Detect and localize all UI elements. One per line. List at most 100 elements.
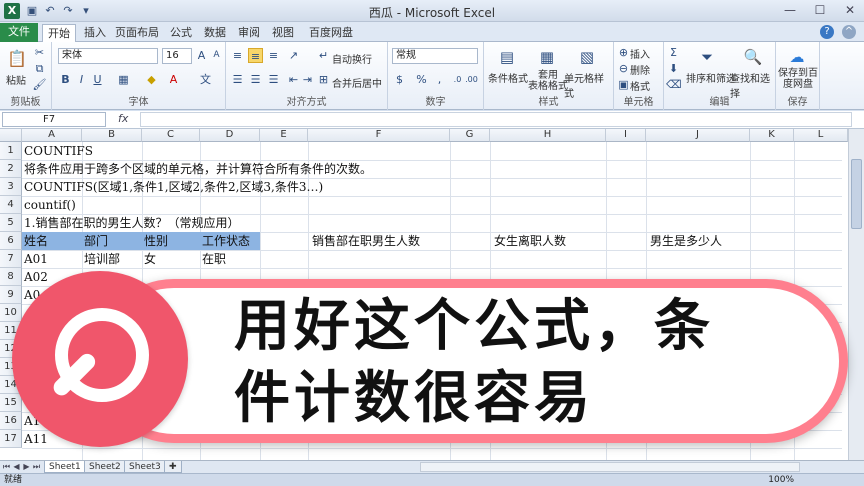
- format-as-table-icon[interactable]: ▦: [536, 46, 558, 68]
- row-header-1[interactable]: 1: [0, 142, 22, 160]
- percent-icon[interactable]: %: [414, 72, 429, 87]
- format-cells-icon[interactable]: ▣: [616, 77, 631, 92]
- tab-file[interactable]: 文件: [0, 23, 38, 42]
- fx-icon[interactable]: fx: [118, 112, 128, 125]
- cell-a4[interactable]: countif(): [22, 196, 76, 214]
- col-header-b[interactable]: B: [82, 129, 142, 142]
- align-middle-icon[interactable]: ≡: [248, 48, 263, 63]
- col-header-j[interactable]: J: [646, 129, 750, 142]
- bold-button[interactable]: B: [58, 72, 73, 87]
- col-header-d[interactable]: D: [200, 129, 260, 142]
- save-to-baidu-button[interactable]: 保存到百 度网盘: [778, 68, 818, 90]
- align-left-icon[interactable]: ☰: [230, 72, 245, 87]
- col-header-l[interactable]: L: [794, 129, 848, 142]
- tab-insert[interactable]: 插入: [80, 24, 110, 42]
- underline-button[interactable]: U: [90, 72, 105, 87]
- font-color-icon[interactable]: A: [166, 72, 181, 87]
- cell-b7[interactable]: 培训部: [82, 250, 120, 268]
- baidu-cloud-icon[interactable]: ☁: [786, 46, 808, 68]
- merge-center-icon[interactable]: ⊞: [316, 72, 331, 87]
- cut-icon[interactable]: ✂: [32, 45, 47, 60]
- conditional-format-button[interactable]: 条件格式: [488, 70, 528, 85]
- last-sheet-icon[interactable]: ⏭: [32, 462, 41, 472]
- next-sheet-icon[interactable]: ▶: [22, 462, 31, 472]
- vertical-scroll-thumb[interactable]: [851, 159, 862, 229]
- zoom-level[interactable]: 100%: [768, 474, 794, 486]
- row-header-5[interactable]: 5: [0, 214, 22, 232]
- col-header-h[interactable]: H: [490, 129, 606, 142]
- conditional-format-icon[interactable]: ▤: [496, 46, 518, 68]
- italic-button[interactable]: I: [74, 72, 89, 87]
- merge-center-button[interactable]: 合并后居中: [332, 75, 382, 90]
- tab-home[interactable]: 开始: [42, 24, 76, 42]
- insert-cells-button[interactable]: 插入: [630, 46, 650, 61]
- maximize-icon[interactable]: ☐: [812, 1, 828, 19]
- cell-c6[interactable]: 性别: [142, 232, 200, 250]
- grow-font-icon[interactable]: A: [194, 48, 209, 63]
- sheet-tab-2[interactable]: Sheet2: [84, 461, 126, 473]
- cell-a7[interactable]: A01: [22, 250, 48, 268]
- sheet-tab-1[interactable]: Sheet1: [44, 461, 86, 473]
- help-icon[interactable]: ?: [820, 25, 834, 39]
- cell-a3[interactable]: COUNTIFS(区域1,条件1,区域2,条件2,区域3,条件3…): [22, 178, 323, 196]
- tab-formulas[interactable]: 公式: [166, 24, 196, 42]
- comma-style-icon[interactable]: ,: [432, 72, 447, 87]
- number-format-select[interactable]: 常规: [392, 48, 478, 64]
- col-header-e[interactable]: E: [260, 129, 308, 142]
- insert-cells-icon[interactable]: ⊕: [616, 45, 631, 60]
- paste-icon[interactable]: 📋: [6, 48, 28, 70]
- row-header-7[interactable]: 7: [0, 250, 22, 268]
- row-header-2[interactable]: 2: [0, 160, 22, 178]
- col-header-a[interactable]: A: [22, 129, 82, 142]
- minimize-icon[interactable]: —: [782, 1, 798, 19]
- cell-a5[interactable]: 1.销售部在职的男生人数？（常规应用）: [22, 214, 239, 232]
- name-box[interactable]: F7: [2, 112, 106, 127]
- horizontal-scrollbar[interactable]: [420, 462, 800, 472]
- currency-icon[interactable]: $: [392, 72, 407, 87]
- borders-icon[interactable]: ▦: [116, 72, 131, 87]
- cell-a2[interactable]: 将条件应用于跨多个区域的单元格，并计算符合所有条件的次数。: [22, 160, 372, 178]
- cell-styles-icon[interactable]: ▧: [576, 46, 598, 68]
- prev-sheet-icon[interactable]: ◀: [12, 462, 21, 472]
- row-header-3[interactable]: 3: [0, 178, 22, 196]
- ribbon-minimize-icon[interactable]: ^: [842, 25, 856, 39]
- align-right-icon[interactable]: ☰: [266, 72, 281, 87]
- wrap-text-icon[interactable]: ↵: [316, 48, 331, 63]
- increase-indent-icon[interactable]: ⇥: [300, 72, 315, 87]
- col-header-f[interactable]: F: [308, 129, 450, 142]
- cell-b6[interactable]: 部门: [82, 232, 142, 250]
- tab-baidu-netdisk[interactable]: 百度网盘: [304, 24, 358, 42]
- increase-decimal-icon[interactable]: .0: [450, 72, 465, 87]
- find-select-icon[interactable]: 🔍: [742, 46, 764, 68]
- format-cells-button[interactable]: 格式: [630, 78, 650, 93]
- close-icon[interactable]: ✕: [842, 1, 858, 19]
- copy-icon[interactable]: ⧉: [32, 61, 47, 76]
- row-header-6[interactable]: 6: [0, 232, 22, 250]
- col-header-k[interactable]: K: [750, 129, 794, 142]
- delete-cells-button[interactable]: 删除: [630, 62, 650, 77]
- col-header-c[interactable]: C: [142, 129, 200, 142]
- wrap-text-button[interactable]: 自动换行: [332, 51, 372, 66]
- align-top-icon[interactable]: ≡: [230, 48, 245, 63]
- sort-filter-icon[interactable]: ⏷: [696, 46, 718, 68]
- sort-filter-button[interactable]: 排序和筛选: [686, 70, 736, 85]
- cell-d7[interactable]: 在职: [200, 250, 226, 268]
- cell-a1[interactable]: COUNTIFS: [22, 142, 93, 160]
- cell-j6[interactable]: 男生是多少人: [648, 232, 722, 250]
- insert-sheet-icon[interactable]: ✚: [164, 461, 182, 473]
- select-all-corner[interactable]: [0, 129, 22, 142]
- phonetic-icon[interactable]: 文: [198, 72, 213, 87]
- cell-h6[interactable]: 女生离职人数: [492, 232, 566, 250]
- sheet-tab-3[interactable]: Sheet3: [124, 461, 166, 473]
- orientation-icon[interactable]: ↗: [286, 48, 301, 63]
- paste-button[interactable]: 粘贴: [6, 72, 26, 87]
- vertical-scrollbar[interactable]: [848, 129, 864, 460]
- cell-d6[interactable]: 工作状态: [200, 232, 260, 250]
- font-name-select[interactable]: 宋体: [58, 48, 158, 64]
- fill-color-icon[interactable]: ◆: [144, 72, 159, 87]
- format-painter-icon[interactable]: 🖌: [32, 77, 47, 92]
- col-header-i[interactable]: I: [606, 129, 646, 142]
- align-center-icon[interactable]: ☰: [248, 72, 263, 87]
- decrease-decimal-icon[interactable]: .00: [464, 72, 479, 87]
- tab-page-layout[interactable]: 页面布局: [114, 24, 160, 42]
